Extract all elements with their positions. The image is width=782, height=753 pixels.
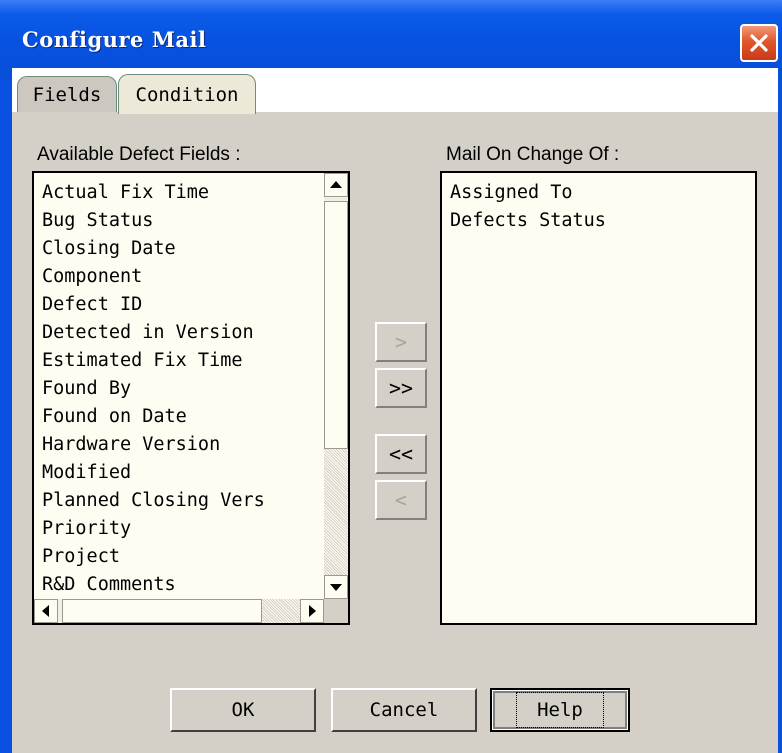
scroll-up-button[interactable]: [324, 173, 348, 197]
horizontal-scroll-thumb[interactable]: [62, 599, 262, 623]
list-item[interactable]: Closing Date: [42, 235, 348, 263]
mail-on-change-label: Mail On Change Of :: [446, 144, 620, 165]
remove-all-fields-button[interactable]: <<: [375, 434, 427, 474]
mail-on-change-list: Assigned To Defects Status: [450, 179, 755, 235]
arrow-right-icon: [309, 605, 316, 617]
list-item[interactable]: Defect ID: [42, 291, 348, 319]
help-button-label: Help: [516, 692, 604, 728]
list-item[interactable]: Modified: [42, 459, 348, 487]
arrow-up-icon: [330, 181, 342, 188]
list-item[interactable]: Actual Fix Time: [42, 179, 348, 207]
scroll-right-button[interactable]: [300, 599, 324, 623]
tab-bar: Fields Condition: [12, 68, 778, 114]
mail-on-change-listbox[interactable]: Assigned To Defects Status: [440, 171, 757, 625]
list-item[interactable]: Assigned To: [450, 179, 755, 207]
list-item[interactable]: Priority: [42, 515, 348, 543]
available-fields-listbox[interactable]: Actual Fix Time Bug Status Closing Date Com…: [32, 171, 350, 625]
close-icon: [750, 34, 768, 52]
list-item[interactable]: Defects Status: [450, 207, 755, 235]
add-all-fields-button[interactable]: >>: [375, 368, 427, 408]
list-item[interactable]: Component: [42, 263, 348, 291]
available-fields-list: Actual Fix Time Bug Status Closing Date Com…: [42, 179, 348, 623]
vertical-scrollbar[interactable]: [324, 173, 348, 599]
add-field-button[interactable]: >: [375, 322, 427, 362]
remove-field-button[interactable]: <: [375, 480, 427, 520]
arrow-left-icon: [42, 605, 49, 617]
list-item[interactable]: Found on Date: [42, 403, 348, 431]
title-bar[interactable]: Configure Mail: [0, 0, 782, 78]
tab-condition[interactable]: Condition: [118, 74, 256, 114]
ok-button[interactable]: OK: [170, 688, 316, 732]
list-item[interactable]: Planned Closing Vers: [42, 487, 348, 515]
vertical-scroll-thumb[interactable]: [324, 201, 348, 449]
dialog-body: Fields Condition Available Defect Fields…: [12, 68, 778, 753]
list-item[interactable]: R&D Comments: [42, 571, 348, 599]
horizontal-scroll-track[interactable]: [262, 599, 300, 623]
cancel-button[interactable]: Cancel: [331, 688, 477, 732]
scrollbar-corner: [324, 599, 348, 623]
close-button[interactable]: [740, 24, 778, 62]
scroll-left-button[interactable]: [34, 599, 58, 623]
horizontal-scrollbar[interactable]: [34, 599, 324, 623]
configure-mail-window: Configure Mail Fields Condition Availabl…: [0, 0, 782, 753]
help-button[interactable]: Help: [490, 688, 630, 732]
arrow-down-icon: [330, 584, 342, 591]
scroll-down-button[interactable]: [324, 575, 348, 599]
list-item[interactable]: Project: [42, 543, 348, 571]
list-item[interactable]: Estimated Fix Time: [42, 347, 348, 375]
list-item[interactable]: Bug Status: [42, 207, 348, 235]
list-item[interactable]: Detected in Version: [42, 319, 348, 347]
list-item[interactable]: Found By: [42, 375, 348, 403]
available-fields-label: Available Defect Fields :: [37, 144, 241, 165]
list-item[interactable]: Hardware Version: [42, 431, 348, 459]
window-title: Configure Mail: [22, 27, 207, 52]
tab-fields[interactable]: Fields: [17, 76, 117, 112]
